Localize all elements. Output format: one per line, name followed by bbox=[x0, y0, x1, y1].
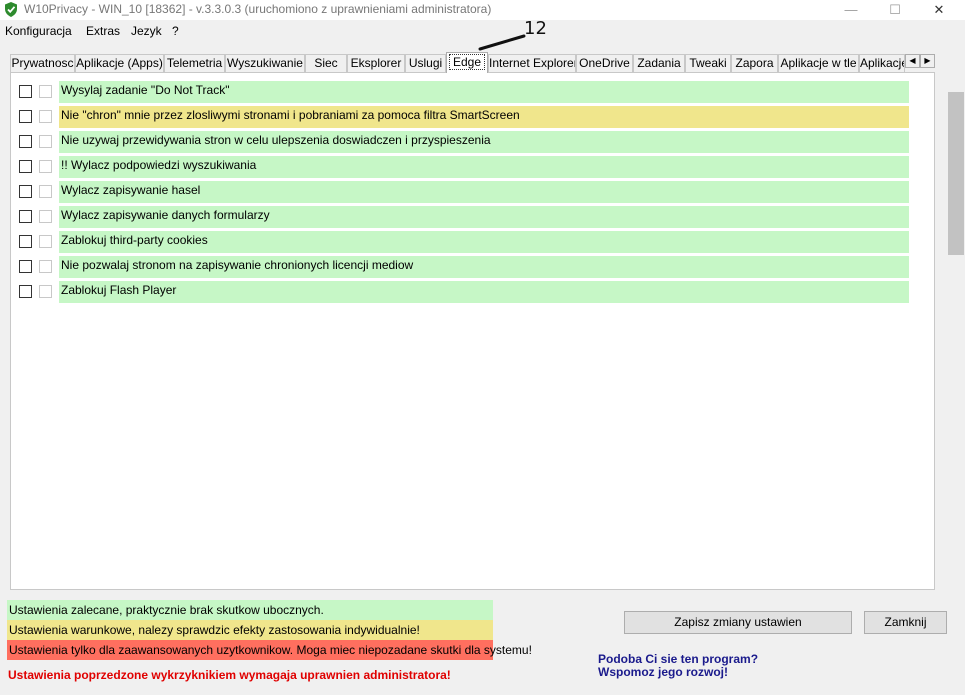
setting-label: !! Wylacz podpowiedzi wyszukiwania bbox=[59, 156, 909, 178]
tab-aplikacje-apps[interactable]: Aplikacje (Apps) bbox=[75, 54, 164, 72]
setting-secondary-checkbox[interactable] bbox=[39, 185, 52, 198]
tab-onedrive[interactable]: OneDrive bbox=[576, 54, 633, 72]
tab-aplikacje[interactable]: Aplikacje bbox=[859, 54, 905, 72]
menu-help[interactable]: ? bbox=[172, 24, 179, 38]
maximize-button[interactable]: ☐ bbox=[873, 0, 917, 20]
setting-checkbox[interactable] bbox=[19, 260, 32, 273]
legend-conditional: Ustawienia warunkowe, nalezy sprawdzic e… bbox=[7, 620, 493, 640]
minimize-button[interactable]: — bbox=[829, 0, 873, 20]
tab-zadania[interactable]: Zadania bbox=[633, 54, 685, 72]
tab-prywatnosc[interactable]: Prywatnosc bbox=[10, 54, 75, 72]
menu-extras[interactable]: Extras bbox=[86, 24, 120, 38]
setting-checkbox[interactable] bbox=[19, 235, 32, 248]
save-settings-button[interactable]: Zapisz zmiany ustawien bbox=[624, 611, 852, 634]
settings-panel: Wysylaj zadanie "Do Not Track" Nie "chro… bbox=[10, 72, 935, 590]
setting-label: Wysylaj zadanie "Do Not Track" bbox=[59, 81, 909, 103]
setting-secondary-checkbox[interactable] bbox=[39, 260, 52, 273]
setting-checkbox[interactable] bbox=[19, 185, 32, 198]
setting-checkbox[interactable] bbox=[19, 110, 32, 123]
setting-row: Nie "chron" mnie przez zlosliwymi strona… bbox=[19, 106, 919, 128]
annotation-line bbox=[478, 34, 526, 51]
title-bar: W10Privacy - WIN_10 [18362] - v.3.3.0.3 … bbox=[0, 0, 965, 20]
setting-label: Wylacz zapisywanie hasel bbox=[59, 181, 909, 203]
close-button[interactable]: Zamknij bbox=[864, 611, 947, 634]
legend-recommended: Ustawienia zalecane, praktycznie brak sk… bbox=[7, 600, 493, 620]
tab-edge[interactable]: Edge bbox=[446, 52, 488, 73]
setting-secondary-checkbox[interactable] bbox=[39, 85, 52, 98]
tab-strip: Prywatnosc Aplikacje (Apps) Telemetria W… bbox=[10, 52, 908, 73]
tab-scroll-right-button[interactable]: ▶ bbox=[920, 54, 935, 68]
promo-line-2[interactable]: Wspomoz jego rozwoj! bbox=[598, 665, 728, 679]
setting-secondary-checkbox[interactable] bbox=[39, 285, 52, 298]
scrollbar-thumb[interactable] bbox=[948, 92, 964, 255]
setting-label: Nie uzywaj przewidywania stron w celu ul… bbox=[59, 131, 909, 153]
setting-label: Nie pozwalaj stronom na zapisywanie chro… bbox=[59, 256, 909, 278]
tab-tweaki[interactable]: Tweaki bbox=[685, 54, 731, 72]
shield-icon bbox=[5, 2, 17, 17]
promo-line-1[interactable]: Podoba Ci sie ten program? bbox=[598, 652, 758, 666]
menu-konfiguracja[interactable]: Konfiguracja bbox=[5, 24, 72, 38]
tab-telemetria[interactable]: Telemetria bbox=[164, 54, 225, 72]
admin-warning: Ustawienia poprzedzone wykrzyknikiem wym… bbox=[8, 668, 451, 682]
setting-secondary-checkbox[interactable] bbox=[39, 210, 52, 223]
setting-label: Zablokuj third-party cookies bbox=[59, 231, 909, 253]
setting-row: Zablokuj third-party cookies bbox=[19, 231, 919, 253]
setting-row: Wysylaj zadanie "Do Not Track" bbox=[19, 81, 919, 103]
setting-row: Zablokuj Flash Player bbox=[19, 281, 919, 303]
legend-advanced: Ustawienia tylko dla zaawansowanych uzyt… bbox=[7, 640, 532, 660]
tab-aplikacje-w-tle[interactable]: Aplikacje w tle bbox=[778, 54, 859, 72]
tab-scroll-left-button[interactable]: ◀ bbox=[905, 54, 920, 68]
menu-jezyk[interactable]: Jezyk bbox=[131, 24, 162, 38]
tab-zapora[interactable]: Zapora bbox=[731, 54, 778, 72]
setting-row: Nie pozwalaj stronom na zapisywanie chro… bbox=[19, 256, 919, 278]
setting-checkbox[interactable] bbox=[19, 160, 32, 173]
setting-label: Wylacz zapisywanie danych formularzy bbox=[59, 206, 909, 228]
tab-uslugi[interactable]: Uslugi bbox=[405, 54, 446, 72]
setting-secondary-checkbox[interactable] bbox=[39, 235, 52, 248]
setting-secondary-checkbox[interactable] bbox=[39, 110, 52, 123]
window-title: W10Privacy - WIN_10 [18362] - v.3.3.0.3 … bbox=[24, 2, 492, 16]
setting-checkbox[interactable] bbox=[19, 85, 32, 98]
setting-label: Zablokuj Flash Player bbox=[59, 281, 909, 303]
close-window-button[interactable]: ✕ bbox=[917, 0, 961, 20]
setting-checkbox[interactable] bbox=[19, 135, 32, 148]
setting-label: Nie "chron" mnie przez zlosliwymi strona… bbox=[59, 106, 909, 128]
tab-siec[interactable]: Siec bbox=[305, 54, 347, 72]
setting-row: Wylacz zapisywanie hasel bbox=[19, 181, 919, 203]
tab-wyszukiwanie[interactable]: Wyszukiwanie bbox=[225, 54, 305, 72]
setting-row: !! Wylacz podpowiedzi wyszukiwania bbox=[19, 156, 919, 178]
tab-eksplorer[interactable]: Eksplorer bbox=[347, 54, 405, 72]
setting-secondary-checkbox[interactable] bbox=[39, 160, 52, 173]
setting-checkbox[interactable] bbox=[19, 210, 32, 223]
setting-secondary-checkbox[interactable] bbox=[39, 135, 52, 148]
setting-checkbox[interactable] bbox=[19, 285, 32, 298]
tab-internet-explorer[interactable]: Internet Explorer bbox=[488, 54, 576, 72]
setting-row: Nie uzywaj przewidywania stron w celu ul… bbox=[19, 131, 919, 153]
setting-row: Wylacz zapisywanie danych formularzy bbox=[19, 206, 919, 228]
